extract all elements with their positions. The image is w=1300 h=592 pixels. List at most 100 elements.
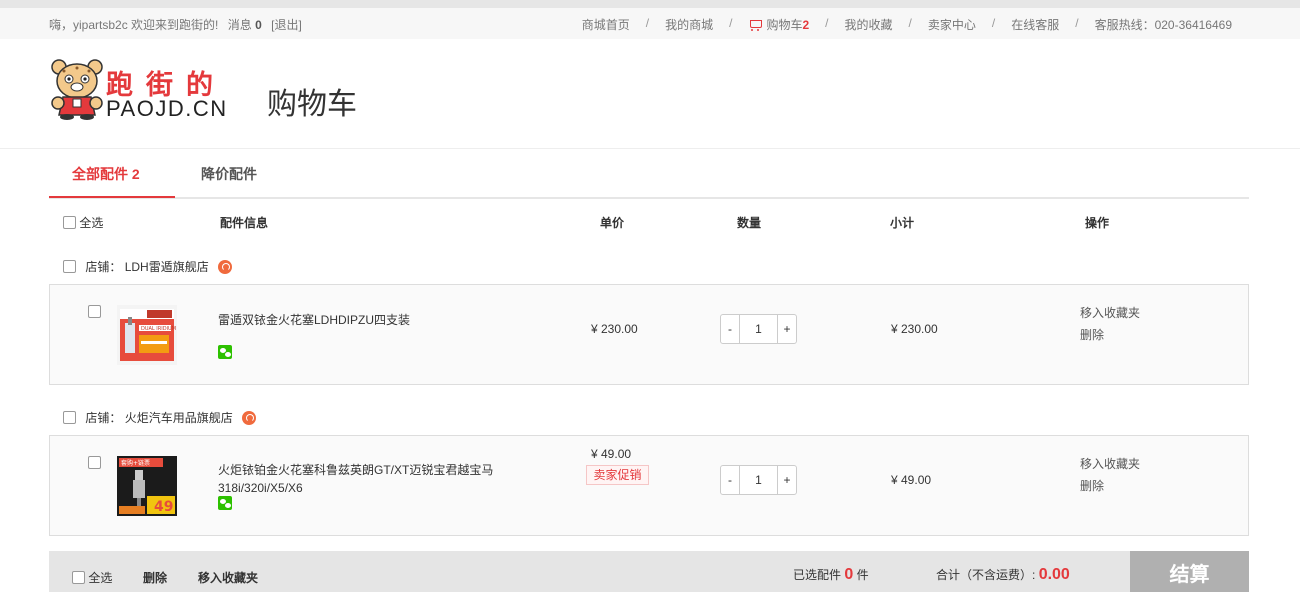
- item-subtotal: ¥ 49.00: [891, 473, 932, 487]
- top-bar-left: 嗨，yipartsb2c 欢迎来到跑街的! 消息 0 [退出]: [49, 16, 308, 33]
- nav-hotline: 客服热线：020-36416469: [1094, 18, 1232, 32]
- nav-cart-label: 购物车: [766, 18, 803, 32]
- total-value: 0.00: [1038, 566, 1070, 583]
- quantity-plus-button[interactable]: +: [778, 315, 796, 343]
- move-to-favorites-link[interactable]: 移入收藏夹: [1080, 453, 1140, 475]
- thumb-label: DUAL IRIDIUM: [141, 326, 176, 332]
- header-select-all[interactable]: 全选: [63, 214, 103, 231]
- item-unit-price: ¥ 230.00: [591, 322, 638, 336]
- select-all-label: 全选: [79, 216, 104, 230]
- thumb-price: 49: [154, 499, 173, 515]
- shop-name[interactable]: LDH雷遁旗舰店: [125, 260, 209, 274]
- greeting-text: 嗨，yipartsb2c 欢迎来到跑街的!: [49, 18, 219, 32]
- shop-prefix: 店铺：: [85, 260, 122, 274]
- total-label: 合计（不含运费）:: [936, 568, 1036, 582]
- nav-seller-center[interactable]: 卖家中心: [928, 16, 976, 33]
- nav-home[interactable]: 商城首页: [582, 16, 630, 33]
- cart-table-header: 全选 配件信息 单价 数量 小计 操作: [49, 212, 1249, 232]
- checkout-button[interactable]: 结算: [1130, 551, 1249, 592]
- item-thumbnail[interactable]: 套购+链票 49: [117, 456, 177, 516]
- cart-icon: [748, 19, 763, 31]
- nav-cart[interactable]: 购物车2: [748, 16, 809, 33]
- shop-checkbox[interactable]: [63, 260, 76, 273]
- top-nav: 商城首页 / 我的商城 / 购物车2 / 我的收藏 / 卖家中心 / 在线客服 …: [582, 16, 1232, 33]
- thumb-badge: 套购+链票: [121, 459, 150, 467]
- quantity-input[interactable]: 1: [739, 466, 778, 494]
- top-bar: 嗨，yipartsb2c 欢迎来到跑街的! 消息 0 [退出] 商城首页 / 我…: [0, 0, 1300, 39]
- tab-all-parts-count: 2: [131, 166, 140, 182]
- delete-item-link[interactable]: 删除: [1080, 324, 1140, 346]
- header-unit-price: 单价: [600, 216, 625, 230]
- footer-delete-button[interactable]: 删除: [143, 569, 167, 586]
- selected-count: 0: [844, 566, 854, 583]
- quantity-stepper: - 1 +: [720, 465, 797, 495]
- messages-label: 消息: [227, 18, 252, 32]
- select-all-checkbox[interactable]: [63, 216, 76, 229]
- item-subtotal: ¥ 230.00: [891, 322, 938, 336]
- logo-english-text: PAOJD.CN: [106, 96, 228, 121]
- selected-prefix: 已选配件: [793, 568, 842, 582]
- header-quantity: 数量: [737, 216, 762, 230]
- wechat-icon[interactable]: [218, 345, 232, 359]
- shop-checkbox[interactable]: [63, 411, 76, 424]
- quantity-plus-button[interactable]: +: [778, 466, 796, 494]
- cart-item: 套购+链票 49 火炬铱铂金火花塞科鲁兹英朗GT/XT迈锐宝君越宝马318i/3…: [49, 435, 1249, 536]
- nav-cart-count: 2: [802, 18, 810, 32]
- quantity-minus-button[interactable]: -: [721, 315, 739, 343]
- move-to-favorites-link[interactable]: 移入收藏夹: [1080, 302, 1140, 324]
- wechat-icon[interactable]: [218, 496, 232, 510]
- quantity-stepper: - 1 +: [720, 314, 797, 344]
- selected-suffix: 件: [856, 568, 869, 582]
- delete-item-link[interactable]: 删除: [1080, 475, 1140, 497]
- item-checkbox[interactable]: [88, 456, 101, 469]
- header-subtotal: 小计: [890, 216, 915, 230]
- site-header: 跑街的 PAOJD.CN 购物车: [0, 39, 1300, 149]
- header-actions: 操作: [1085, 216, 1110, 230]
- item-thumbnail[interactable]: DUAL IRIDIUM: [117, 305, 177, 365]
- page-title: 购物车: [267, 88, 357, 121]
- cart-footer-bar: 全选 删除 移入收藏夹 已选配件 0 件 合计（不含运费）: 0.00 结算: [49, 551, 1249, 592]
- logout-link[interactable]: [退出]: [271, 18, 302, 32]
- leopard-mascot-icon: [51, 59, 103, 120]
- item-unit-price: ¥ 49.00: [591, 447, 632, 461]
- messages-count: 0: [255, 18, 262, 32]
- shop-chat-icon[interactable]: [218, 260, 233, 274]
- shop-prefix: 店铺：: [85, 411, 122, 425]
- item-actions: 移入收藏夹 删除: [1080, 453, 1140, 497]
- quantity-minus-button[interactable]: -: [721, 466, 739, 494]
- messages-link[interactable]: 消息 0: [228, 18, 262, 32]
- shop-name[interactable]: 火炬汽车用品旗舰店: [125, 411, 233, 425]
- footer-select-all[interactable]: 全选: [72, 569, 112, 586]
- item-name[interactable]: 火炬铱铂金火花塞科鲁兹英朗GT/XT迈锐宝君越宝马318i/320i/X5/X6: [218, 461, 518, 497]
- footer-select-all-checkbox[interactable]: [72, 571, 85, 584]
- nav-my-mall[interactable]: 我的商城: [665, 16, 713, 33]
- spark-plug-product-image: 套购+链票 49: [117, 456, 177, 516]
- nav-online-service[interactable]: 在线客服: [1011, 16, 1059, 33]
- nav-separator: /: [645, 16, 650, 30]
- quantity-input[interactable]: 1: [739, 315, 778, 343]
- selected-count-summary: 已选配件 0 件: [793, 566, 869, 584]
- cart-tabs: 全部配件 2 降价配件: [49, 149, 1249, 199]
- item-checkbox[interactable]: [88, 305, 101, 318]
- nav-separator: /: [908, 16, 912, 30]
- footer-move-to-favorites-button[interactable]: 移入收藏夹: [198, 569, 258, 586]
- tab-price-drop[interactable]: 降价配件: [201, 164, 257, 184]
- item-name[interactable]: 雷遁双铱金火花塞LDHDIPZU四支装: [218, 311, 518, 329]
- shop-row: 店铺： 火炬汽车用品旗舰店: [63, 409, 257, 426]
- item-actions: 移入收藏夹 删除: [1080, 302, 1140, 346]
- footer-select-all-label: 全选: [88, 571, 113, 585]
- tab-all-parts-label: 全部配件: [72, 166, 128, 182]
- nav-separator: /: [825, 16, 829, 30]
- header-info: 配件信息: [220, 216, 269, 230]
- shop-row: 店铺： LDH雷遁旗舰店: [63, 258, 233, 275]
- cart-item: DUAL IRIDIUM 雷遁双铱金火花塞LDHDIPZU四支装 ¥ 230.0…: [49, 284, 1249, 385]
- shop-chat-icon[interactable]: [242, 411, 257, 425]
- active-tab-underline: [49, 196, 175, 198]
- seller-promo-badge: 卖家促销: [586, 465, 649, 485]
- nav-favorites[interactable]: 我的收藏: [845, 16, 893, 33]
- nav-separator: /: [729, 16, 733, 30]
- spark-plug-box-image: DUAL IRIDIUM: [117, 305, 177, 365]
- tab-all-parts[interactable]: 全部配件 2: [72, 164, 140, 184]
- nav-separator: /: [991, 16, 996, 30]
- site-logo[interactable]: 跑街的 PAOJD.CN: [49, 57, 249, 123]
